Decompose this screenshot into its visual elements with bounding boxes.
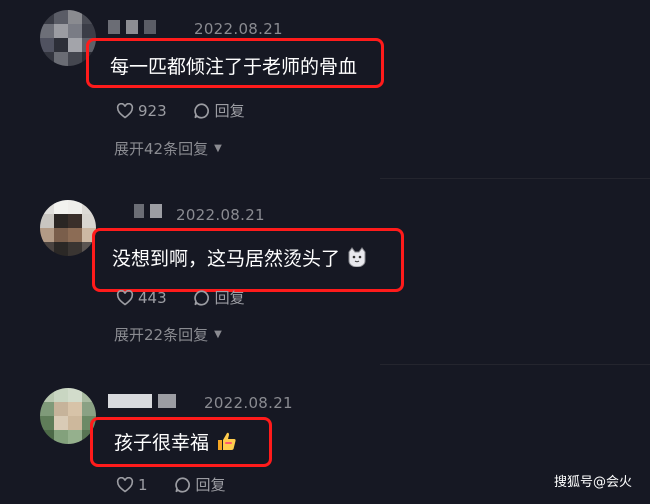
cat-emoji-icon: [346, 247, 368, 272]
expand-replies-label: 展开42条回复: [114, 140, 209, 158]
caret-down-icon: ▼: [214, 143, 222, 154]
comment-bubble-icon: [193, 289, 209, 305]
divider: [380, 178, 650, 179]
username-blurred[interactable]: [134, 204, 168, 218]
comment-text-body: 孩子很幸福: [114, 432, 210, 454]
like-count: 1: [138, 475, 148, 494]
comment-actions: 443 回复: [116, 287, 271, 308]
avatar[interactable]: [40, 200, 96, 256]
reply-label: 回复: [195, 476, 226, 494]
comment-item: 2022.08.21 孩子很幸福 1 回复: [0, 370, 650, 504]
avatar[interactable]: [40, 388, 96, 444]
like-count: 923: [138, 101, 167, 120]
like-count: 443: [138, 288, 167, 307]
divider: [380, 364, 650, 365]
like-button[interactable]: 923: [116, 102, 167, 120]
comment-item: 2022.08.21 每一匹都倾注了于老师的骨血 923 回复 展开42条回复 …: [0, 0, 650, 180]
comment-text: 没想到啊，这马居然烫头了: [112, 244, 368, 272]
like-button[interactable]: 443: [116, 289, 167, 307]
reply-label: 回复: [214, 289, 245, 307]
username-blurred[interactable]: [108, 394, 182, 408]
caret-down-icon: ▼: [214, 329, 222, 340]
comment-actions: 923 回复: [116, 100, 271, 121]
comment-date: 2022.08.21: [176, 206, 265, 224]
reply-button[interactable]: 回复: [193, 287, 245, 308]
comment-text: 孩子很幸福: [114, 428, 237, 457]
watermark: 搜狐号@会火: [553, 475, 632, 490]
comment-item: 2022.08.21 没想到啊，这马居然烫头了 443 回复 展开22条回复 ▼: [0, 180, 650, 365]
username-blurred[interactable]: [108, 20, 162, 34]
reply-label: 回复: [214, 102, 245, 120]
thumbs-up-emoji-icon: [215, 430, 237, 457]
comment-actions: 1 回复: [116, 474, 252, 495]
reply-button[interactable]: 回复: [174, 474, 226, 495]
comment-text-body: 没想到啊，这马居然烫头了: [112, 248, 341, 270]
comment-bubble-icon: [174, 476, 190, 492]
heart-outline-icon: [116, 102, 134, 119]
expand-replies-button[interactable]: 展开22条回复 ▼: [114, 324, 222, 345]
expand-replies-button[interactable]: 展开42条回复 ▼: [114, 138, 222, 159]
comment-date: 2022.08.21: [204, 394, 293, 412]
expand-replies-label: 展开22条回复: [114, 326, 209, 344]
comment-date: 2022.08.21: [194, 20, 283, 38]
heart-outline-icon: [116, 476, 134, 493]
reply-button[interactable]: 回复: [193, 100, 245, 121]
heart-outline-icon: [116, 289, 134, 306]
comment-text: 每一匹都倾注了于老师的骨血: [110, 56, 358, 78]
like-button[interactable]: 1: [116, 476, 148, 494]
comment-bubble-icon: [193, 102, 209, 118]
